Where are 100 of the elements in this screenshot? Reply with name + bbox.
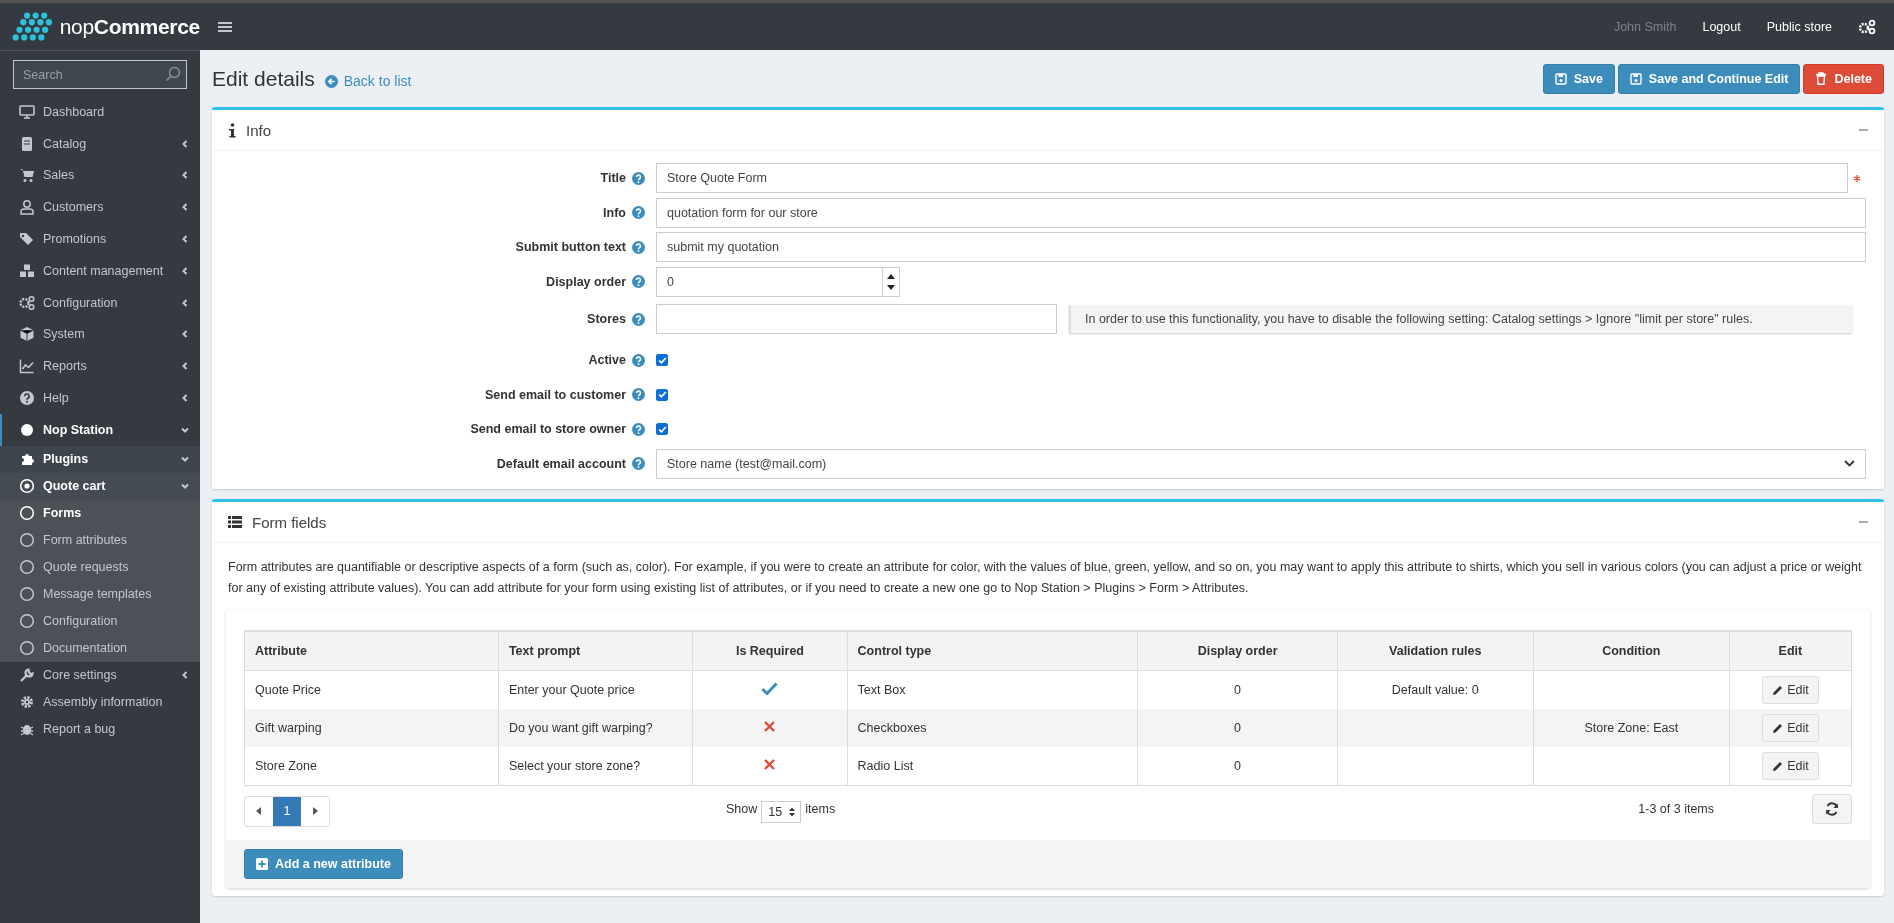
monitor-icon xyxy=(19,103,35,120)
table-cell: 0 xyxy=(1234,683,1242,697)
sidebar-item[interactable]: Customers xyxy=(0,191,200,224)
chevron-left-icon xyxy=(180,202,190,213)
edit-button[interactable]: Edit xyxy=(1762,676,1819,704)
text-field[interactable]: quotation form for our store xyxy=(656,197,1866,228)
circle-icon xyxy=(19,613,35,630)
sidebar-item[interactable]: Plugins xyxy=(0,445,200,473)
table-cell: 0 xyxy=(1234,759,1242,773)
delete-button[interactable]: Delete xyxy=(1803,63,1884,94)
chevron-left-icon xyxy=(180,265,190,276)
select-field[interactable]: Store name (test@mail.com) xyxy=(656,448,1866,479)
help-icon[interactable] xyxy=(632,206,645,220)
sidebar-item[interactable]: Reports xyxy=(0,350,200,383)
field-label: Send email to store owner xyxy=(470,422,626,437)
sidebar-item[interactable]: Configuration xyxy=(0,286,200,319)
table-cell: Store Zone: East xyxy=(1584,721,1679,735)
save-button[interactable]: Save xyxy=(1542,63,1615,94)
description-text: Form attributes are quantifiable or descriptive aspects of a form (such as, color). For example, if you were to create an attribute for color, with the values of blue, green, yellow, and so on, you may want to apply this attribute to shirts, which you sell in various colors (you can adjust a price or weight for any of existing attribute values). You can add attribute for your form using existing list of attributes, or if you need to create a new one go to Nop Station > Plugins > Form > Attributes. xyxy=(228,559,1863,597)
table-cell: Quote Price xyxy=(255,683,321,697)
chevron-left-icon xyxy=(180,138,190,149)
sidebar-item[interactable]: Content management xyxy=(0,255,200,287)
page-button[interactable]: 1 xyxy=(273,796,301,826)
sidebar-item[interactable]: Sales xyxy=(0,159,200,192)
sidebar-item[interactable]: Documentation xyxy=(0,634,200,662)
page-size-select[interactable]: 15 xyxy=(761,801,802,823)
user-name: John Smith xyxy=(1613,19,1677,34)
circle-icon xyxy=(19,532,35,549)
info-note: In order to use this functionality, you have to disable the following setting: Catalog settings > Ignore "limit per store" rules. xyxy=(1069,305,1852,333)
question-icon xyxy=(19,390,35,407)
pencil-icon xyxy=(1772,760,1784,772)
search-icon xyxy=(165,66,181,82)
refresh-button[interactable] xyxy=(1812,794,1852,824)
gear-icon xyxy=(19,694,35,711)
help-icon[interactable] xyxy=(632,275,645,289)
gears-icon[interactable] xyxy=(1858,18,1876,35)
field-label: Default email account xyxy=(496,456,626,471)
help-icon[interactable] xyxy=(632,353,645,367)
table-cell: Store Zone xyxy=(255,759,317,773)
book-icon xyxy=(19,135,35,152)
number-field[interactable]: 0 xyxy=(656,266,900,297)
header-link[interactable]: Logout xyxy=(1702,19,1741,34)
table-cell: 0 xyxy=(1234,721,1242,735)
table-cell: Checkboxes xyxy=(857,721,927,735)
help-icon[interactable] xyxy=(632,240,645,254)
sidebar-item[interactable]: Catalog xyxy=(0,127,200,160)
text-field[interactable]: Store Quote Form xyxy=(656,163,1848,194)
sidebar-item[interactable]: Form attributes xyxy=(0,526,200,554)
table-cell: Radio List xyxy=(857,759,914,773)
chevron-down-icon xyxy=(1844,460,1855,468)
help-icon[interactable] xyxy=(632,312,645,326)
dot-icon xyxy=(19,421,35,438)
gears-icon xyxy=(19,294,35,311)
wrench-icon xyxy=(19,667,35,684)
checkbox[interactable] xyxy=(656,354,668,367)
sidebar-item[interactable]: Configuration xyxy=(0,607,200,635)
chevron-left-icon xyxy=(180,361,190,372)
text-field[interactable]: submit my quotation xyxy=(656,232,1866,263)
chevron-left-icon xyxy=(180,393,190,404)
up-down-caret-icon xyxy=(789,807,796,817)
help-icon[interactable] xyxy=(632,388,645,402)
sidebar-item[interactable]: Quote requests xyxy=(0,553,200,581)
chevron-left-icon xyxy=(180,234,190,245)
table-cell: Gift warping xyxy=(255,721,322,735)
pager-summary: 1-3 of 3 items xyxy=(1638,802,1714,816)
column-header: Validation rules xyxy=(1389,644,1482,658)
sidebar-item[interactable]: Help xyxy=(0,382,200,414)
save-button[interactable]: Save and Continue Edit xyxy=(1617,63,1801,94)
edit-button[interactable]: Edit xyxy=(1762,714,1819,742)
checkbox[interactable] xyxy=(656,423,668,436)
radio-icon xyxy=(19,478,35,495)
logo-text: nopCommerce xyxy=(59,14,200,39)
column-header: Condition xyxy=(1602,644,1661,658)
card-title: Form fields xyxy=(252,513,327,531)
search-field[interactable]: Search xyxy=(13,60,187,89)
sidebar-item[interactable]: Promotions xyxy=(0,223,200,255)
help-icon[interactable] xyxy=(632,457,645,471)
info-icon xyxy=(228,122,236,138)
help-icon[interactable] xyxy=(632,422,645,436)
stores-field[interactable] xyxy=(656,304,1057,334)
back-arrow-icon xyxy=(324,74,338,88)
header-link[interactable]: Public store xyxy=(1766,19,1832,34)
table-cell: Enter your Quote price xyxy=(508,683,635,697)
add-attribute-button[interactable]: Add a new attribute xyxy=(244,849,403,879)
menu-icon[interactable] xyxy=(218,20,232,33)
field-label: Display order xyxy=(546,274,626,289)
chevron-left-icon xyxy=(180,329,190,340)
items-label: items xyxy=(805,802,836,816)
sidebar-item[interactable]: Message templates xyxy=(0,580,200,608)
sidebar-item[interactable]: Quote cart xyxy=(0,472,200,500)
sidebar-item[interactable]: Dashboard xyxy=(0,96,200,128)
chevron-left-icon xyxy=(180,670,190,681)
show-label: Show xyxy=(726,802,758,816)
edit-button[interactable]: Edit xyxy=(1762,752,1819,780)
sidebar-item[interactable]: Forms xyxy=(0,499,200,527)
refresh-icon xyxy=(1825,802,1839,816)
sidebar-item[interactable]: System xyxy=(0,318,200,351)
help-icon[interactable] xyxy=(632,171,645,185)
checkbox[interactable] xyxy=(656,388,668,401)
field-label: Title xyxy=(600,171,626,186)
